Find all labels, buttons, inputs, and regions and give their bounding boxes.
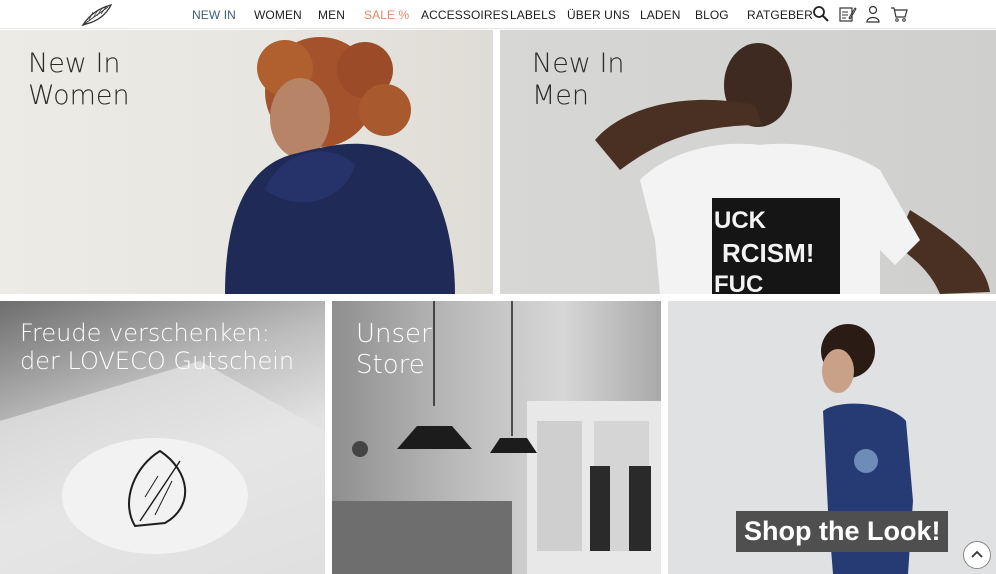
tile-new-in-women[interactable]: New In Women bbox=[0, 30, 493, 294]
loveco-leaf-logo[interactable] bbox=[80, 3, 114, 27]
tile-new-in-men[interactable]: UCK RCISM! FUC New In Men bbox=[500, 30, 996, 294]
chevron-up-icon bbox=[971, 550, 983, 558]
search-icon[interactable] bbox=[811, 4, 831, 24]
nav-blog[interactable]: BLOG bbox=[695, 8, 747, 22]
site-header: NEW IN WOMEN MEN SALE % ACCESSOIRES LABE… bbox=[0, 0, 996, 29]
nav-laden[interactable]: LADEN bbox=[640, 8, 695, 22]
nav-labels[interactable]: LABELS bbox=[510, 8, 567, 22]
tile-shop-the-look[interactable]: Shop the Look! bbox=[668, 301, 996, 574]
men-tile-title: New In Men bbox=[532, 48, 625, 111]
account-icon[interactable] bbox=[863, 4, 883, 24]
wishlist-icon[interactable] bbox=[837, 4, 857, 24]
scroll-to-top-button[interactable] bbox=[963, 541, 991, 569]
nav-men[interactable]: MEN bbox=[318, 8, 364, 22]
tile-gift-voucher[interactable]: Freude verschenken: der LOVECO Gutschein bbox=[0, 301, 325, 574]
header-icons bbox=[811, 4, 915, 24]
nav-ratgeber[interactable]: RATGEBER bbox=[747, 8, 813, 22]
shop-the-look-label[interactable]: Shop the Look! bbox=[736, 511, 949, 552]
svg-text:RCISM!: RCISM! bbox=[722, 238, 814, 268]
svg-text:UCK: UCK bbox=[714, 207, 767, 234]
nav-ueber-uns[interactable]: ÜBER UNS bbox=[567, 8, 640, 22]
main-navigation: NEW IN WOMEN MEN SALE % ACCESSOIRES LABE… bbox=[192, 0, 813, 29]
women-tile-title: New In Women bbox=[28, 48, 130, 111]
nav-sale[interactable]: SALE % bbox=[364, 8, 421, 22]
nav-accessoires[interactable]: ACCESSOIRES bbox=[421, 8, 510, 22]
store-tile-title: Unser Store bbox=[356, 319, 432, 380]
gift-tile-title: Freude verschenken: der LOVECO Gutschein bbox=[20, 319, 295, 376]
svg-text:FUC: FUC bbox=[714, 271, 763, 294]
nav-women[interactable]: WOMEN bbox=[254, 8, 318, 22]
tile-unser-store[interactable]: Unser Store bbox=[332, 301, 661, 574]
cart-icon[interactable] bbox=[889, 4, 909, 24]
nav-new-in[interactable]: NEW IN bbox=[192, 8, 254, 22]
